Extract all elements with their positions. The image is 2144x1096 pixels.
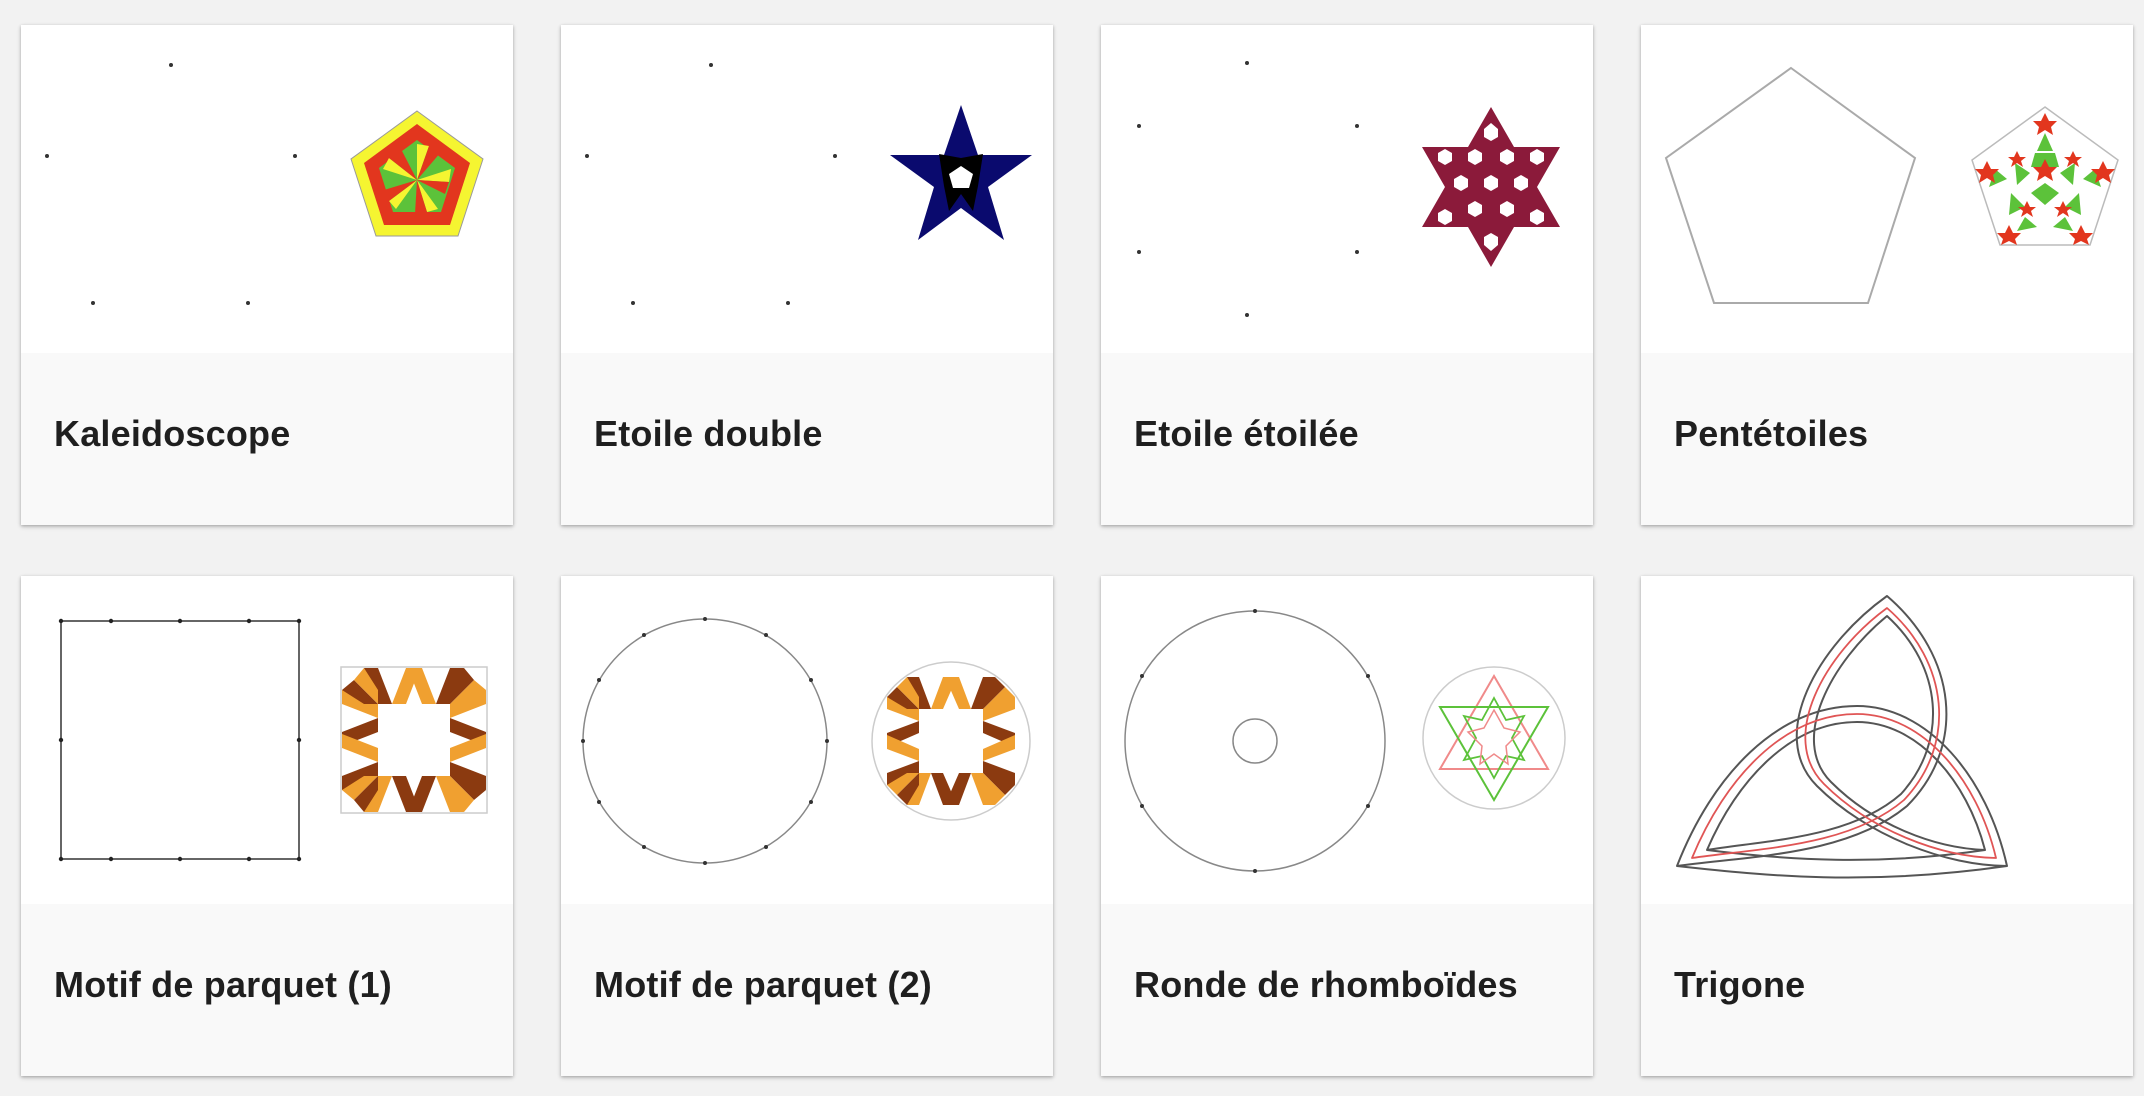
etoile-etoilee-figure: [1137, 61, 1560, 317]
card-title: Kaleidoscope: [54, 413, 291, 454]
card-thumbnail: [1641, 25, 2133, 353]
etoile-double-figure: [585, 63, 1032, 305]
card-title: Motif de parquet (1): [54, 964, 392, 1005]
gallery-card-ronde-de-rhomboides[interactable]: Ronde de rhomboïdes: [1101, 576, 1593, 1076]
ronde-rhomboides-figure: [1124, 609, 1566, 873]
card-title: Ronde de rhomboïdes: [1134, 964, 1518, 1005]
motif-parquet-2-figure: [581, 617, 1031, 865]
gallery-card-kaleidoscope[interactable]: Kaleidoscope: [21, 25, 513, 525]
figure-gallery: Kaleidoscope Etoile double Etoile étoilé…: [0, 0, 2144, 1096]
gallery-card-etoile-double[interactable]: Etoile double: [561, 25, 1053, 525]
gallery-card-etoile-etoilee[interactable]: Etoile étoilée: [1101, 25, 1593, 525]
trigone-figure: [1676, 595, 2008, 879]
card-thumbnail: [1101, 576, 1593, 904]
gallery-card-trigone[interactable]: Trigone: [1641, 576, 2133, 1076]
gallery-card-pentetoiles[interactable]: Pentétoiles: [1641, 25, 2133, 525]
card-title: Motif de parquet (2): [594, 964, 932, 1005]
motif-parquet-1-figure: [58, 618, 488, 862]
card-title: Pentétoiles: [1674, 413, 1869, 454]
card-title: Etoile étoilée: [1134, 413, 1359, 454]
gallery-card-motif-de-parquet-2[interactable]: Motif de parquet (2): [561, 576, 1053, 1076]
card-title: Trigone: [1674, 964, 1806, 1005]
pentetoiles-figure: [1664, 66, 2119, 304]
card-thumbnail: [1101, 25, 1593, 353]
card-thumbnail: [21, 576, 513, 904]
card-thumbnail: [21, 25, 513, 353]
card-thumbnail: [561, 576, 1053, 904]
card-thumbnail: [1641, 576, 2133, 904]
kaleidoscope-figure: [45, 63, 484, 305]
gallery-card-motif-de-parquet-1[interactable]: Motif de parquet (1): [21, 576, 513, 1076]
card-title: Etoile double: [594, 413, 823, 454]
card-thumbnail: [561, 25, 1053, 353]
